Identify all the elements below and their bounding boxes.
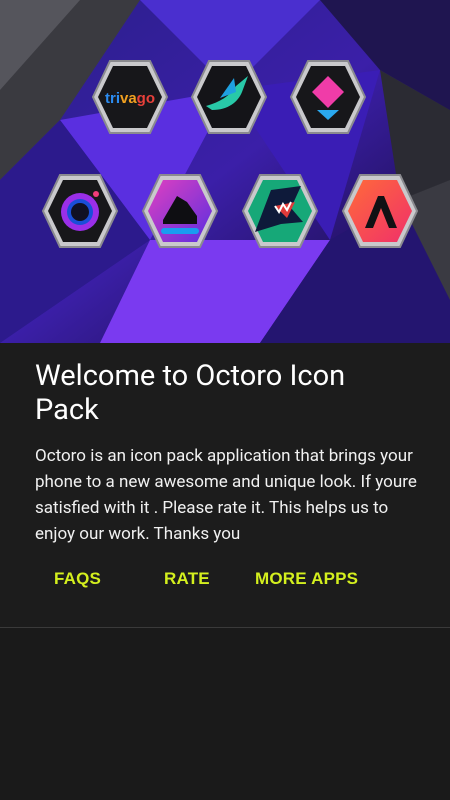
faqs-button[interactable]: FAQS — [54, 569, 101, 589]
diamond-arrow-icon — [289, 58, 367, 136]
action-bar: FAQS RATE MORE APPS — [0, 569, 450, 597]
welcome-card: Welcome to Octoro Icon Pack Octoro is an… — [0, 343, 450, 628]
camera-lens-icon — [41, 172, 119, 250]
welcome-description: Octoro is an icon pack application that … — [35, 446, 417, 544]
svg-text:trivago: trivago — [105, 90, 155, 107]
shoe-icon — [141, 172, 219, 250]
rate-button[interactable]: RATE — [164, 569, 210, 589]
more-apps-button[interactable]: MORE APPS — [255, 569, 358, 589]
letter-a-icon — [341, 172, 419, 250]
bird-icon — [190, 58, 268, 136]
shark-icon — [241, 172, 319, 250]
hero-banner: trivago — [0, 0, 450, 343]
welcome-title: Welcome to Octoro Icon Pack — [35, 359, 346, 427]
trivago-icon: trivago — [91, 58, 169, 136]
